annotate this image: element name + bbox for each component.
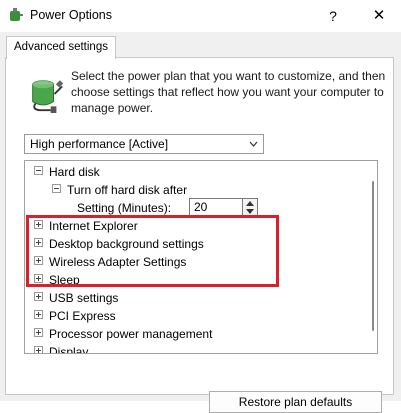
expand-toggle[interactable]: [34, 292, 43, 302]
expand-toggle[interactable]: [34, 310, 43, 320]
tree-item-label: Turn off hard disk after: [67, 182, 188, 197]
power-plan-value: High performance [Active]: [30, 137, 169, 151]
battery-plug-icon: [32, 80, 64, 113]
chevron-down-icon: [249, 141, 258, 147]
expand-toggle[interactable]: [34, 328, 43, 338]
tree-item-pci-express[interactable]: PCI Express: [34, 306, 116, 324]
tree-item-processor-power[interactable]: Processor power management: [34, 324, 212, 342]
settings-tree[interactable]: Hard disk Turn off hard disk after Setti…: [24, 160, 378, 354]
collapse-toggle[interactable]: [52, 184, 61, 194]
tree-item-label: Sleep: [49, 272, 80, 287]
tree-item-label: USB settings: [49, 290, 119, 305]
setting-minutes-label: Setting (Minutes):: [77, 200, 172, 215]
description-text: Select the power plan that you want to c…: [71, 69, 386, 115]
expand-toggle[interactable]: [34, 346, 43, 353]
tree-item-wireless-adapter[interactable]: Wireless Adapter Settings: [34, 252, 186, 270]
collapse-toggle[interactable]: [34, 166, 43, 176]
minutes-spinner[interactable]: [243, 198, 258, 216]
expand-toggle[interactable]: [34, 220, 43, 230]
tree-scrollbar[interactable]: [370, 163, 376, 351]
tab-advanced-settings[interactable]: Advanced settings: [6, 36, 116, 59]
tree-item-turn-off-hard-disk[interactable]: Turn off hard disk after: [52, 180, 187, 198]
advanced-settings-panel: Select the power plan that you want to c…: [5, 57, 394, 413]
close-button[interactable]: ✕: [368, 5, 390, 27]
scrollbar-thumb[interactable]: [372, 181, 374, 331]
expand-toggle[interactable]: [34, 256, 43, 266]
tree-item-hard-disk[interactable]: Hard disk: [34, 162, 100, 180]
tree-item-label: PCI Express: [49, 308, 116, 323]
help-button[interactable]: ?: [322, 5, 344, 27]
tree-item-label: Wireless Adapter Settings: [49, 254, 187, 269]
power-plan-dropdown[interactable]: High performance [Active]: [24, 134, 264, 154]
tree-item-desktop-background[interactable]: Desktop background settings: [34, 234, 204, 252]
tree-item-sleep[interactable]: Sleep: [34, 270, 80, 288]
dialog-body: Advanced settings Select the power plan …: [0, 32, 401, 413]
tree-item-label: Desktop background settings: [49, 236, 204, 251]
tree-item-usb-settings[interactable]: USB settings: [34, 288, 118, 306]
setting-minutes-value: 20: [194, 200, 208, 214]
tree-item-label: Hard disk: [49, 164, 100, 179]
expand-toggle[interactable]: [34, 274, 43, 284]
expand-toggle[interactable]: [34, 238, 43, 248]
tree-item-internet-explorer[interactable]: Internet Explorer: [34, 216, 138, 234]
tree-item-label: Processor power management: [49, 326, 213, 341]
title-bar: Power Options ? ✕: [0, 0, 401, 32]
tree-item-label: Display: [49, 344, 89, 354]
tree-item-label: Internet Explorer: [49, 218, 138, 233]
tree-item-display[interactable]: Display: [34, 342, 89, 354]
spin-down-icon[interactable]: [246, 209, 254, 214]
power-options-icon: [10, 8, 23, 21]
restore-defaults-button[interactable]: Restore plan defaults: [209, 391, 382, 413]
window-title: Power Options: [30, 8, 112, 22]
setting-minutes-input[interactable]: 20: [189, 198, 243, 216]
spin-up-icon[interactable]: [246, 201, 254, 206]
